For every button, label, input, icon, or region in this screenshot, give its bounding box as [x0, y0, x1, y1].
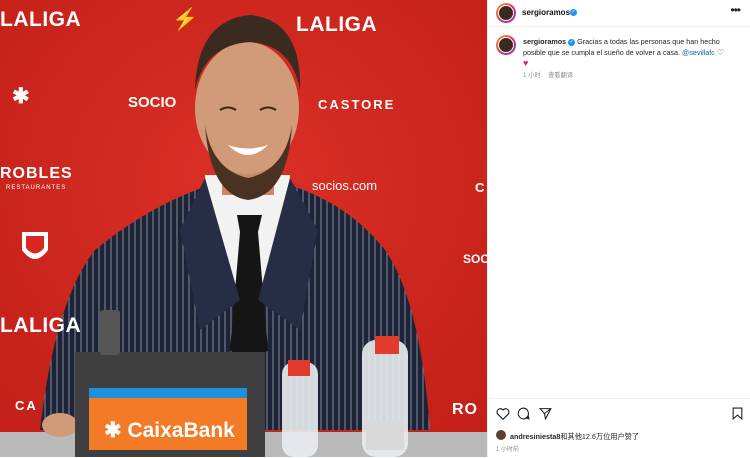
liker-avatar[interactable]	[496, 430, 506, 440]
caixabank-star-icon: ✱	[12, 85, 31, 108]
caption-username[interactable]: sergioramos	[523, 37, 566, 46]
bookmark-icon[interactable]	[732, 407, 743, 420]
nameplate-screen-strip	[89, 388, 247, 398]
author-avatar[interactable]	[496, 3, 516, 23]
comment-icon[interactable]	[517, 407, 530, 420]
caption-avatar[interactable]	[496, 35, 516, 55]
post-photo[interactable]: LALIGA ⚡ LALIGA ✱ SOCIO CASTORE ROBLES R…	[0, 0, 487, 457]
water-bottle-2	[362, 336, 408, 457]
caption-mention-link[interactable]: @sevillafc	[682, 48, 715, 57]
robles-sub-text: RESTAURANTES	[6, 185, 67, 191]
castore-partial-text: C	[475, 180, 487, 195]
share-icon[interactable]	[539, 407, 552, 420]
verified-badge-icon: ✓	[570, 9, 577, 16]
laliga-logo-text: LALIGA	[0, 8, 82, 31]
caixabank-logo-text: ✱ CaixaBank	[104, 419, 235, 442]
socios-partial-text: SOC	[463, 252, 487, 266]
liker-username[interactable]: andresiniesta8	[510, 432, 560, 441]
post-header: sergioramos ✓ •••	[488, 0, 750, 27]
post-time: 1 小时前	[496, 447, 520, 453]
castore-logo-text: CASTORE	[318, 97, 396, 112]
castore-partial-text: CA	[15, 398, 38, 413]
heart-icon[interactable]	[496, 407, 510, 420]
laliga-logo-text: LALIGA	[296, 13, 378, 36]
socios-com-text: socios.com	[312, 178, 378, 193]
robles-logo-text: ROBLES	[0, 165, 73, 182]
caixabank-nameplate: ✱ CaixaBank	[89, 388, 247, 450]
water-bottle-1	[282, 360, 318, 457]
red-heart-emoji-icon: ♥	[523, 58, 529, 68]
heart-outline-icon: ♡	[716, 47, 725, 57]
post-caption: sergioramos ✓ Gracias a todas las person…	[523, 37, 733, 70]
liked-by-text: andresiniesta8和其他12.6万位用户赞了	[510, 432, 639, 442]
liked-by-rest[interactable]: 和其他12.6万位用户赞了	[560, 432, 639, 441]
more-options-icon[interactable]: •••	[730, 3, 741, 17]
robles-partial-text: RO	[452, 401, 478, 418]
author-username[interactable]: sergioramos	[522, 8, 570, 17]
post-side-panel: sergioramos ✓ ••• sergioramos ✓ Gracias …	[487, 0, 750, 457]
socios-logo-text: SOCIO	[128, 94, 177, 111]
see-translation-link[interactable]: 查看翻译	[548, 70, 573, 79]
post-actions-bar: andresiniesta8和其他12.6万位用户赞了 1 小时前	[488, 398, 750, 458]
laliga-emblem-icon: ⚡	[172, 8, 199, 31]
verified-badge-icon: ✓	[568, 38, 576, 46]
laliga-logo-text: LALIGA	[0, 314, 82, 337]
caption-time: 1 小时	[523, 72, 541, 79]
instagram-post: LALIGA ⚡ LALIGA ✱ SOCIO CASTORE ROBLES R…	[0, 0, 750, 457]
